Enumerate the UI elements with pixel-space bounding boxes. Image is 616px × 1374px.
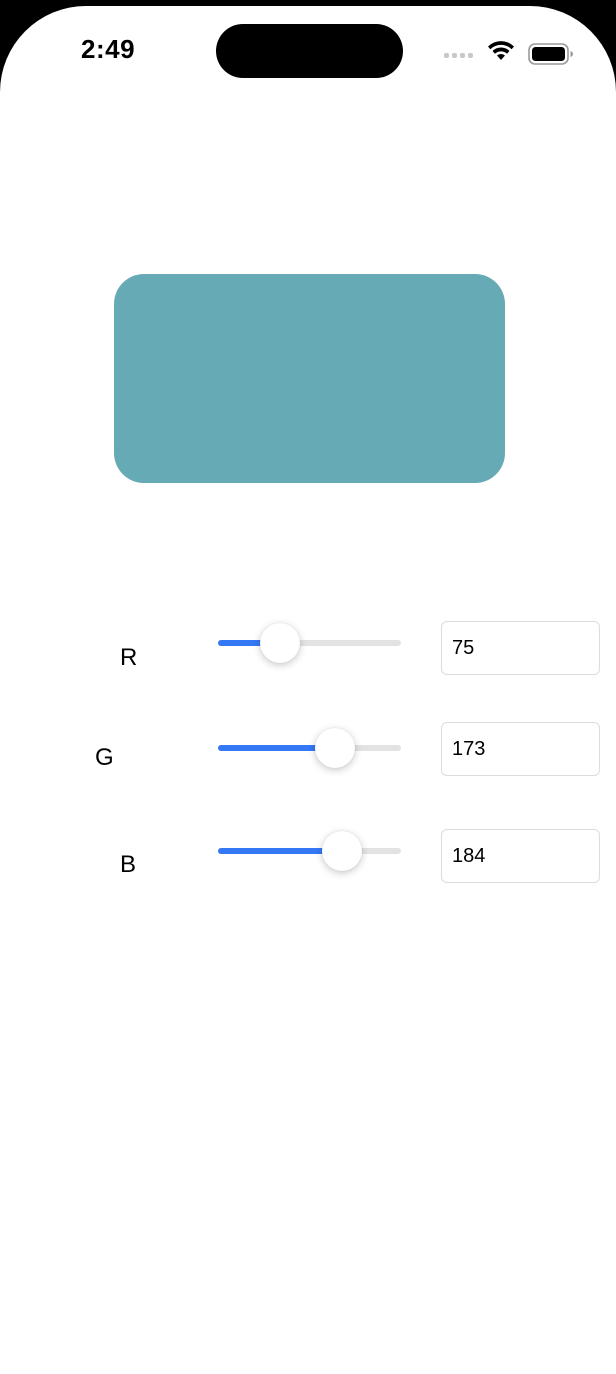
slider-thumb[interactable]	[322, 831, 363, 871]
blue-value-field[interactable]	[441, 829, 600, 883]
blue-value-input[interactable]	[442, 830, 599, 882]
status-time: 2:49	[81, 34, 136, 64]
wifi-icon	[488, 41, 514, 60]
red-value-input[interactable]	[442, 622, 599, 674]
device-frame: 2:49 R G	[0, 0, 616, 1374]
green-value-field[interactable]	[441, 722, 600, 776]
slider-thumb[interactable]	[260, 623, 301, 663]
red-slider[interactable]	[218, 623, 401, 663]
red-value-field[interactable]	[441, 621, 600, 675]
green-slider[interactable]	[218, 728, 401, 768]
signal-icon	[444, 53, 473, 58]
blue-label: B	[120, 851, 137, 878]
app-screen: 2:49 R G	[0, 6, 616, 1374]
color-preview-swatch	[114, 274, 505, 483]
battery-icon	[528, 43, 573, 65]
green-label: G	[95, 744, 114, 771]
slider-thumb[interactable]	[315, 728, 356, 768]
blue-slider[interactable]	[218, 831, 401, 871]
green-value-input[interactable]	[442, 723, 599, 775]
dynamic-island	[216, 24, 403, 78]
red-label: R	[120, 644, 138, 671]
